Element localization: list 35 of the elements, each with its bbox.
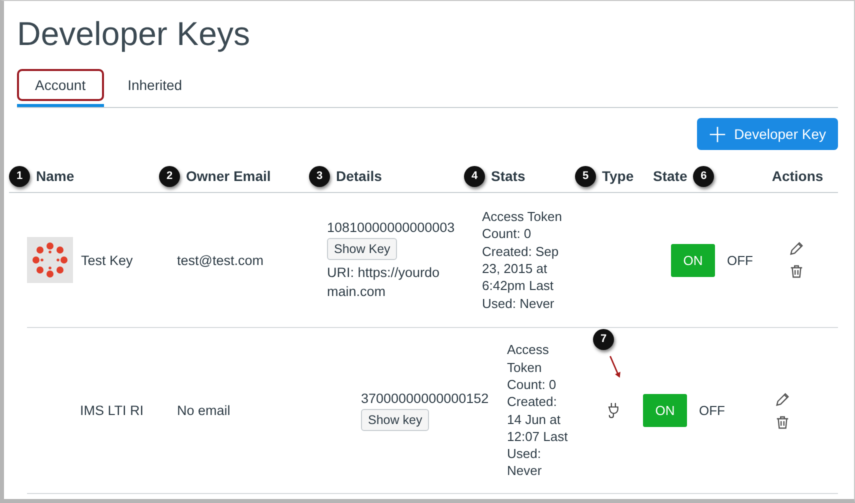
key-stats: Access Token Count: 0 Created: Sep 23, 2015 at 6:42pm Last Used: Never	[482, 208, 563, 312]
callout-badge: 4	[464, 166, 485, 186]
key-name: IMS LTI RI	[80, 403, 144, 418]
column-header: Actions	[772, 168, 824, 184]
callout-badge: 2	[159, 166, 180, 186]
callout-badge: 1	[9, 166, 30, 186]
off-toggle[interactable]: OFF	[699, 403, 725, 418]
column-header: Name	[36, 168, 74, 184]
key-stats: Access Token Count: 0 Created: 14 Jun at 12:07 Last Used: Never	[507, 341, 569, 480]
page-title: Developer Keys	[17, 15, 251, 54]
callout-badge: 6	[693, 166, 714, 186]
edit-icon[interactable]	[789, 241, 804, 256]
trash-icon[interactable]	[775, 414, 790, 430]
off-toggle[interactable]: OFF	[727, 252, 753, 268]
key-name: Test Key	[81, 252, 133, 268]
column-header: Stats	[491, 168, 526, 184]
show-key-button[interactable]: Show Key	[327, 238, 398, 260]
column-header: State	[653, 168, 688, 184]
edit-icon[interactable]	[775, 392, 790, 406]
column-header: Owner Email	[186, 168, 271, 184]
key-uri: URI: https://yourdomain.com	[327, 264, 441, 300]
show-key-button[interactable]: Show key	[361, 408, 430, 430]
owner-email: No email	[177, 403, 230, 418]
key-id: 10810000000000003	[327, 220, 455, 234]
key-id: 37000000000000152	[361, 390, 489, 406]
column-header: Details	[336, 168, 382, 184]
callout-badge: 7	[593, 328, 614, 350]
trash-icon[interactable]	[789, 264, 804, 279]
tab[interactable]: Inherited	[110, 69, 200, 107]
column-header: Type	[602, 168, 634, 184]
callout-badge: 5	[575, 166, 596, 186]
plus-icon	[709, 126, 726, 142]
add-developer-key-button[interactable]: Developer Key	[697, 118, 838, 150]
owner-email: test@test.com	[177, 252, 264, 268]
callout-badge: 3	[309, 166, 330, 186]
